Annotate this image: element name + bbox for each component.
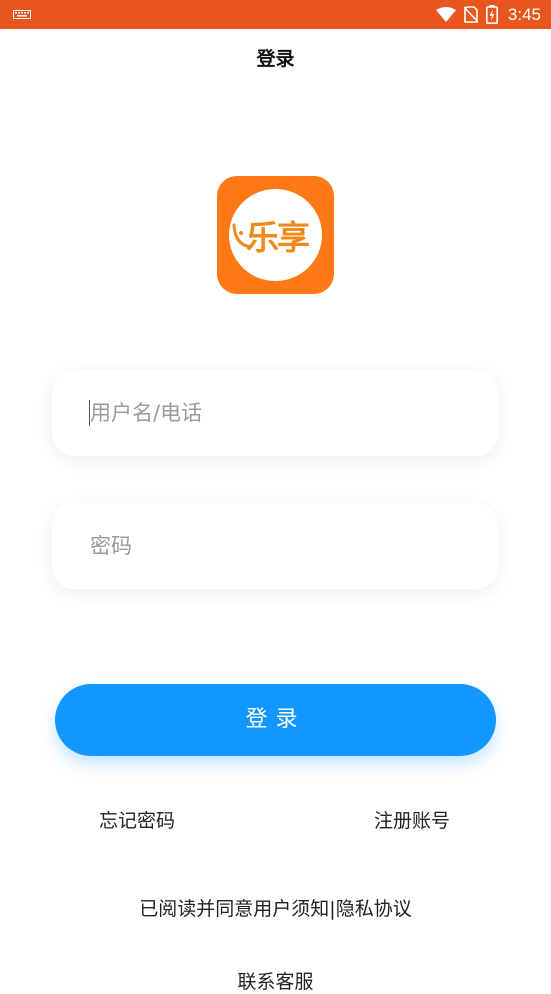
username-field-container bbox=[52, 370, 498, 456]
password-field-container bbox=[52, 503, 498, 589]
user-terms-link[interactable]: 用户须知 bbox=[253, 898, 329, 920]
logo-circle: 乐享 bbox=[229, 189, 322, 281]
page-title: 登录 bbox=[256, 48, 295, 70]
agreement-prefix: 已阅读并同意 bbox=[139, 898, 254, 920]
battery-charging-icon bbox=[485, 5, 498, 24]
password-input[interactable] bbox=[90, 503, 470, 589]
status-bar: 3:45 bbox=[0, 0, 551, 29]
logo-text: 乐享 bbox=[246, 218, 310, 257]
register-link[interactable]: 注册账号 bbox=[374, 806, 450, 833]
app-logo: 乐享 bbox=[217, 176, 334, 294]
keyboard-icon bbox=[13, 10, 31, 19]
username-input[interactable] bbox=[90, 370, 470, 456]
privacy-policy-link[interactable]: 隐私协议 bbox=[336, 898, 412, 920]
forgot-password-link[interactable]: 忘记密码 bbox=[99, 806, 175, 833]
wifi-icon bbox=[435, 6, 456, 22]
agreement-text: 已阅读并同意用户须知|隐私协议 bbox=[0, 894, 551, 921]
login-button[interactable]: 登录 bbox=[55, 684, 496, 756]
no-sim-icon bbox=[463, 6, 478, 23]
status-time: 3:45 bbox=[507, 4, 541, 24]
